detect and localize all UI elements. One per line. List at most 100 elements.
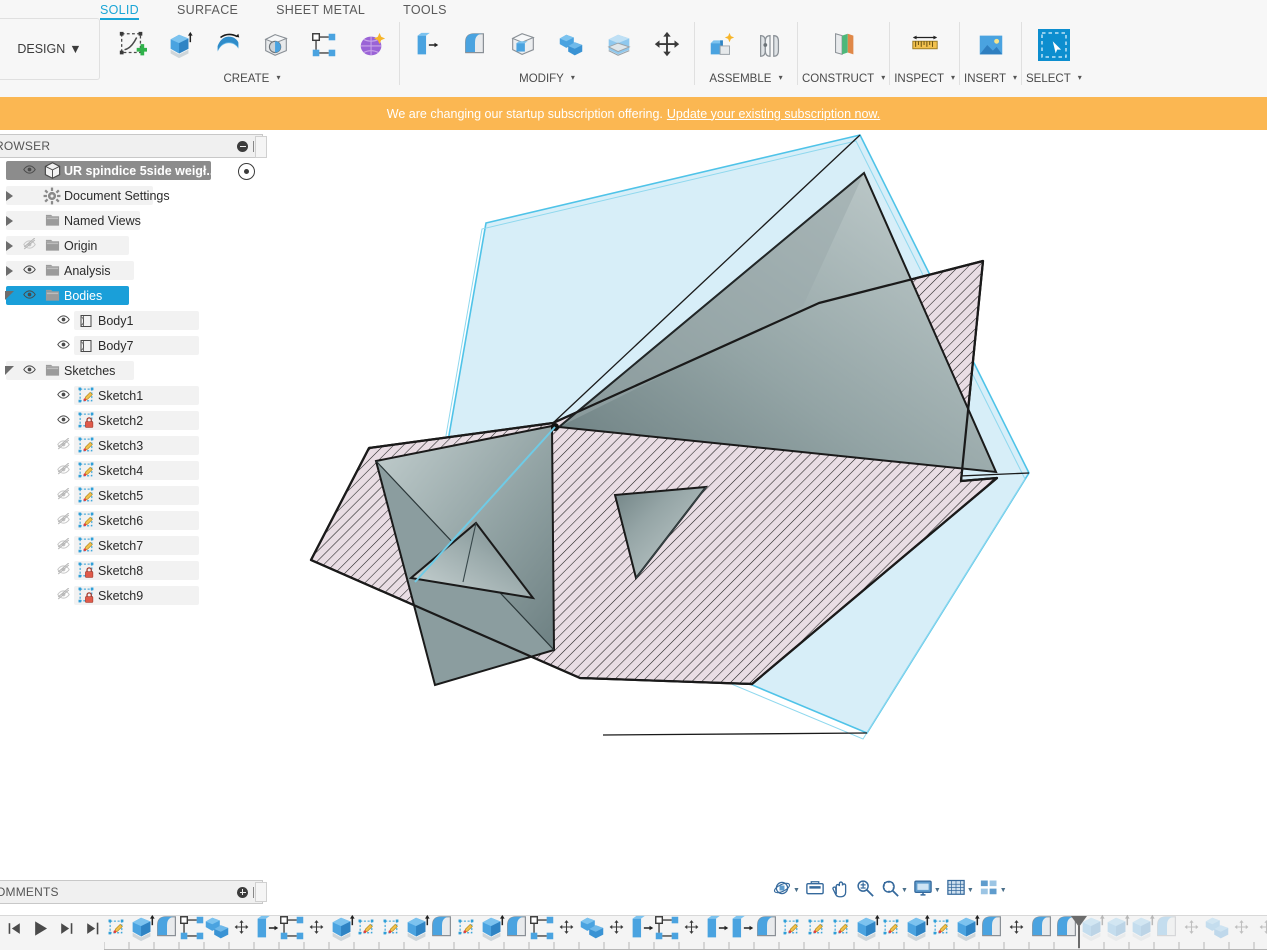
- timeline-feature[interactable]: [729, 915, 754, 942]
- display-settings-button[interactable]: ▼: [911, 878, 943, 902]
- visibility-toggle-icon[interactable]: [55, 338, 72, 354]
- timeline-feature[interactable]: [329, 914, 355, 942]
- timeline-feature[interactable]: [929, 918, 954, 942]
- tree-item-sketch3[interactable]: Sketch3: [0, 433, 263, 458]
- fit-button[interactable]: ▼: [878, 878, 910, 902]
- ribbon-group-label[interactable]: INSERT ▾: [964, 73, 1017, 85]
- play-button[interactable]: [30, 920, 50, 942]
- split-face-button[interactable]: [596, 24, 642, 70]
- timeline-feature[interactable]: [779, 918, 804, 942]
- timeline-feature-suppressed[interactable]: [1204, 917, 1229, 942]
- timeline-feature[interactable]: [679, 918, 704, 942]
- visibility-toggle-icon[interactable]: [55, 487, 72, 504]
- browser-scrollbar-bottom[interactable]: [255, 882, 267, 902]
- revolve-button[interactable]: [205, 24, 251, 70]
- tree-item-named-views[interactable]: Named Views: [0, 208, 263, 233]
- insert-image-button[interactable]: [968, 24, 1014, 70]
- timeline-feature[interactable]: [354, 918, 379, 942]
- timeline-feature[interactable]: [179, 915, 204, 942]
- create-form-button[interactable]: [349, 24, 395, 70]
- activate-component-radio[interactable]: [238, 163, 255, 180]
- timeline-feature[interactable]: [529, 915, 554, 942]
- select-tool-button[interactable]: [1031, 24, 1077, 70]
- timeline-feature[interactable]: [804, 918, 829, 942]
- timeline-feature[interactable]: [279, 915, 304, 942]
- collapse-arrow-icon[interactable]: [4, 366, 14, 375]
- tree-item-sketch8[interactable]: Sketch8: [0, 558, 263, 583]
- timeline-track[interactable]: [104, 914, 1267, 950]
- plus-circle-icon[interactable]: [237, 886, 248, 898]
- press-pull-button[interactable]: [404, 24, 450, 70]
- visibility-toggle-icon[interactable]: [55, 313, 72, 329]
- visibility-toggle-icon[interactable]: [55, 512, 72, 529]
- step-forward-button[interactable]: [56, 920, 76, 942]
- look-at-button[interactable]: [803, 878, 827, 902]
- visibility-toggle-icon[interactable]: [55, 437, 72, 454]
- tree-item-document-settings[interactable]: Document Settings: [0, 183, 263, 208]
- visibility-toggle-icon[interactable]: [55, 537, 72, 554]
- tab-tools[interactable]: TOOLS: [403, 1, 447, 19]
- tree-item-sketch2[interactable]: Sketch2: [0, 408, 263, 433]
- timeline-feature[interactable]: [604, 918, 629, 942]
- tree-item-sketch4[interactable]: Sketch4: [0, 458, 263, 483]
- timeline-feature[interactable]: [954, 914, 980, 942]
- create-sketch-button[interactable]: [109, 24, 155, 70]
- pattern-button[interactable]: [301, 24, 347, 70]
- tree-item-sketch9[interactable]: Sketch9: [0, 583, 263, 608]
- ribbon-group-label[interactable]: INSPECT ▾: [894, 73, 955, 85]
- timeline-feature[interactable]: [504, 915, 529, 942]
- visibility-toggle-icon[interactable]: [21, 288, 38, 304]
- expand-arrow-icon[interactable]: [5, 190, 13, 201]
- extrude-button[interactable]: [157, 24, 203, 70]
- timeline-feature[interactable]: [554, 918, 579, 942]
- orbit-button[interactable]: ▼: [770, 878, 802, 902]
- ribbon-group-label[interactable]: SELECT ▾: [1026, 73, 1082, 85]
- tab-surface[interactable]: SURFACE: [177, 1, 238, 19]
- expand-arrow-icon[interactable]: [5, 240, 13, 251]
- timeline-feature[interactable]: [879, 918, 904, 942]
- visibility-toggle-icon[interactable]: [55, 587, 72, 604]
- visibility-toggle-icon[interactable]: [55, 462, 72, 479]
- fillet-button[interactable]: [452, 24, 498, 70]
- timeline-feature[interactable]: [154, 915, 179, 942]
- tree-item-ur-spindice-5side-weig[interactable]: UR spindice 5side weigł...: [0, 158, 263, 183]
- visibility-toggle-icon[interactable]: [21, 237, 38, 254]
- visibility-toggle-icon[interactable]: [55, 388, 72, 404]
- timeline-feature[interactable]: [629, 915, 654, 942]
- combine-button[interactable]: [548, 24, 594, 70]
- design-viewport[interactable]: [263, 130, 1267, 910]
- timeline-feature-suppressed[interactable]: [1179, 918, 1204, 942]
- step-back-button[interactable]: [4, 920, 24, 942]
- timeline-feature[interactable]: [454, 918, 479, 942]
- joint-button[interactable]: [747, 24, 793, 70]
- visibility-toggle-icon[interactable]: [21, 363, 38, 379]
- move-copy-button[interactable]: [644, 24, 690, 70]
- tree-item-analysis[interactable]: Analysis: [0, 258, 263, 283]
- timeline-feature-suppressed[interactable]: [1129, 914, 1155, 942]
- timeline-feature[interactable]: [904, 914, 930, 942]
- visibility-toggle-icon[interactable]: [21, 163, 38, 179]
- tree-item-sketch7[interactable]: Sketch7: [0, 533, 263, 558]
- timeline-feature[interactable]: [704, 915, 729, 942]
- timeline-feature[interactable]: [479, 914, 505, 942]
- tab-sheet-metal[interactable]: SHEET METAL: [276, 1, 365, 19]
- timeline-feature[interactable]: [304, 918, 329, 942]
- ribbon-group-label[interactable]: ASSEMBLE ▾: [709, 73, 782, 85]
- timeline-feature-suppressed[interactable]: [1104, 914, 1130, 942]
- grid-snaps-button[interactable]: ▼: [944, 878, 976, 902]
- timeline-feature[interactable]: [1029, 915, 1054, 942]
- go-to-end-button[interactable]: [82, 920, 102, 942]
- timeline-feature[interactable]: [254, 915, 279, 942]
- tree-item-body7[interactable]: Body7: [0, 333, 263, 358]
- visibility-toggle-icon[interactable]: [55, 413, 72, 429]
- visibility-toggle-icon[interactable]: [55, 562, 72, 579]
- shell-button[interactable]: [500, 24, 546, 70]
- visibility-toggle-icon[interactable]: [21, 263, 38, 279]
- tree-item-sketch6[interactable]: Sketch6: [0, 508, 263, 533]
- ribbon-group-label[interactable]: MODIFY ▾: [519, 73, 575, 85]
- workspace-selector[interactable]: DESIGN ▼: [0, 18, 100, 80]
- timeline-feature[interactable]: [654, 915, 679, 942]
- timeline-feature-suppressed[interactable]: [1229, 918, 1254, 942]
- expand-arrow-icon[interactable]: [5, 265, 13, 276]
- tree-item-sketch5[interactable]: Sketch5: [0, 483, 263, 508]
